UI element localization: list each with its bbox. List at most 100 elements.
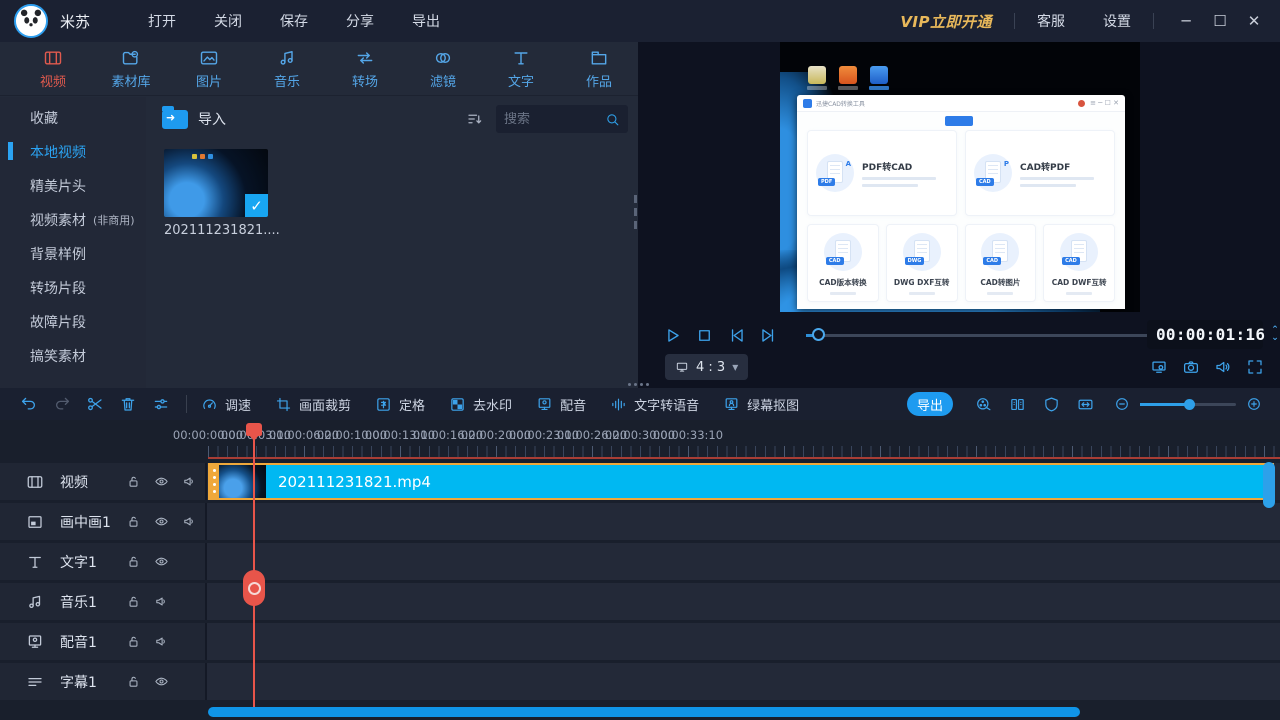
monitor-gear-icon[interactable] <box>1150 358 1168 376</box>
track-lane[interactable] <box>207 583 1280 620</box>
tool-button[interactable]: 画面裁剪 <box>275 395 351 414</box>
sidebar-item[interactable]: 转场片段 <box>0 274 146 301</box>
import-button[interactable]: 导入 <box>162 105 226 129</box>
library-item[interactable]: ✓ 202111231821.... <box>164 149 280 238</box>
eye-icon[interactable] <box>154 674 169 689</box>
undo-icon[interactable] <box>20 395 38 413</box>
media-tab[interactable]: 文字 <box>482 42 560 95</box>
lock-icon[interactable] <box>126 514 141 529</box>
sidebar-item[interactable]: 本地视频 <box>0 138 146 165</box>
lock-icon[interactable] <box>126 674 141 689</box>
media-tab[interactable]: 音乐 <box>248 42 326 95</box>
volume-icon[interactable] <box>154 594 169 609</box>
zoom-in-icon[interactable] <box>1246 396 1262 412</box>
seek-knob[interactable] <box>812 327 825 341</box>
splitter-grip[interactable] <box>628 383 649 386</box>
sort-icon[interactable] <box>466 110 484 128</box>
camera-icon[interactable] <box>1182 358 1200 376</box>
tool-button[interactable]: 文字转语音 <box>610 395 699 414</box>
track-header[interactable]: 画中画1 <box>0 503 207 540</box>
media-tab[interactable]: 视频 <box>14 42 92 95</box>
volume-icon[interactable] <box>182 514 197 529</box>
horizontal-scrollbar[interactable] <box>208 707 1080 717</box>
track-header[interactable]: 文字1 <box>0 543 207 580</box>
eye-icon[interactable] <box>154 554 169 569</box>
sidebar-item[interactable]: 搞笑素材 <box>0 342 146 369</box>
zoom-knob[interactable] <box>1184 398 1195 410</box>
sidebar-item[interactable]: 精美片头 <box>0 172 146 199</box>
sidebar-item[interactable]: 背景样例 <box>0 240 146 267</box>
clip-trim-handle[interactable] <box>210 465 219 498</box>
track-lane[interactable]: 202111231821.mp4 <box>207 463 1280 500</box>
export-button[interactable]: 导出 <box>907 392 953 416</box>
track-header[interactable]: 视频 <box>0 463 207 500</box>
fullscreen-icon[interactable] <box>1246 358 1264 376</box>
stop-icon[interactable] <box>695 326 714 345</box>
tool-button[interactable]: 调速 <box>201 395 251 414</box>
close-icon[interactable]: ✕ <box>1244 12 1264 30</box>
media-tab[interactable]: 素材库 <box>92 42 170 95</box>
scissors-icon[interactable] <box>86 395 104 413</box>
sliders-icon[interactable] <box>152 395 170 413</box>
panels-icon[interactable] <box>1009 396 1026 413</box>
playhead-handle[interactable] <box>243 570 265 606</box>
menu-item[interactable]: 打开 <box>148 11 176 31</box>
tool-button[interactable]: 绿幕抠图 <box>723 395 799 414</box>
track-lane[interactable] <box>207 623 1280 660</box>
eye-icon[interactable] <box>154 514 169 529</box>
shield-icon[interactable] <box>1043 396 1060 413</box>
timecode-spinner[interactable]: ⌃ ⌄ <box>1271 326 1279 342</box>
lock-icon[interactable] <box>126 474 141 489</box>
preview-screen[interactable]: 迅捷CAD转换工具 ≡ ─ ☐ ✕ A PDF PDF转CAD P CAD CA… <box>780 42 1140 312</box>
timeline-clip[interactable]: 202111231821.mp4 <box>208 463 1274 500</box>
sidebar-item[interactable]: 收藏 <box>0 104 146 131</box>
skip-end-icon[interactable] <box>759 326 778 345</box>
sidebar-item[interactable]: 故障片段 <box>0 308 146 335</box>
track-header[interactable]: 字幕1 <box>0 663 207 700</box>
menu-item[interactable]: 关闭 <box>214 11 242 31</box>
sidebar-item[interactable]: 视频素材 (非商用) <box>0 206 146 233</box>
tool-button[interactable]: 去水印 <box>449 395 512 414</box>
track-lane[interactable] <box>207 663 1280 700</box>
search-input[interactable] <box>504 111 605 127</box>
support-button[interactable]: 客服 <box>1037 11 1065 31</box>
vip-upgrade-button[interactable]: VIP立即开通 <box>900 11 992 32</box>
aspect-ratio-dropdown[interactable]: 4 : 3 ▾ <box>665 354 749 380</box>
menu-item[interactable]: 导出 <box>412 11 440 31</box>
volume-icon[interactable] <box>182 474 197 489</box>
skip-start-icon[interactable] <box>727 326 746 345</box>
track-lane[interactable] <box>207 543 1280 580</box>
trash-icon[interactable] <box>119 395 137 413</box>
zoom-out-icon[interactable] <box>1114 396 1130 412</box>
media-tab[interactable]: 图片 <box>170 42 248 95</box>
play-icon[interactable] <box>663 326 682 345</box>
media-tab[interactable]: 转场 <box>326 42 404 95</box>
track-header[interactable]: 音乐1 <box>0 583 207 620</box>
tool-button[interactable]: 配音 <box>536 395 586 414</box>
ruler-ticks[interactable] <box>208 446 1280 457</box>
track-lane[interactable] <box>207 503 1280 540</box>
tool-button[interactable]: 定格 <box>375 395 425 414</box>
arrowbox-icon[interactable] <box>1077 396 1094 413</box>
lock-icon[interactable] <box>126 594 141 609</box>
playhead-marker[interactable] <box>246 423 262 441</box>
timeline-ruler[interactable]: 00:00:00:0000:00:03:1000:00:06:2000:00:1… <box>173 428 1280 444</box>
speaker-icon[interactable] <box>1214 358 1232 376</box>
volume-icon[interactable] <box>154 634 169 649</box>
lock-icon[interactable] <box>126 634 141 649</box>
maximize-icon[interactable]: ☐ <box>1210 12 1230 30</box>
lock-icon[interactable] <box>126 554 141 569</box>
settings-button[interactable]: 设置 <box>1103 11 1131 31</box>
vertical-scrollbar[interactable] <box>1263 462 1275 508</box>
zoom-slider[interactable] <box>1140 398 1236 410</box>
redo-icon[interactable] <box>53 395 71 413</box>
menu-item[interactable]: 保存 <box>280 11 308 31</box>
media-tab[interactable]: 滤镜 <box>404 42 482 95</box>
eye-icon[interactable] <box>154 474 169 489</box>
track-header[interactable]: 配音1 <box>0 623 207 660</box>
reel-icon[interactable] <box>975 396 992 413</box>
minimize-icon[interactable]: ─ <box>1176 12 1196 30</box>
clip-thumbnail[interactable]: ✓ <box>164 149 268 217</box>
search-icon[interactable] <box>605 112 620 127</box>
menu-item[interactable]: 分享 <box>346 11 374 31</box>
